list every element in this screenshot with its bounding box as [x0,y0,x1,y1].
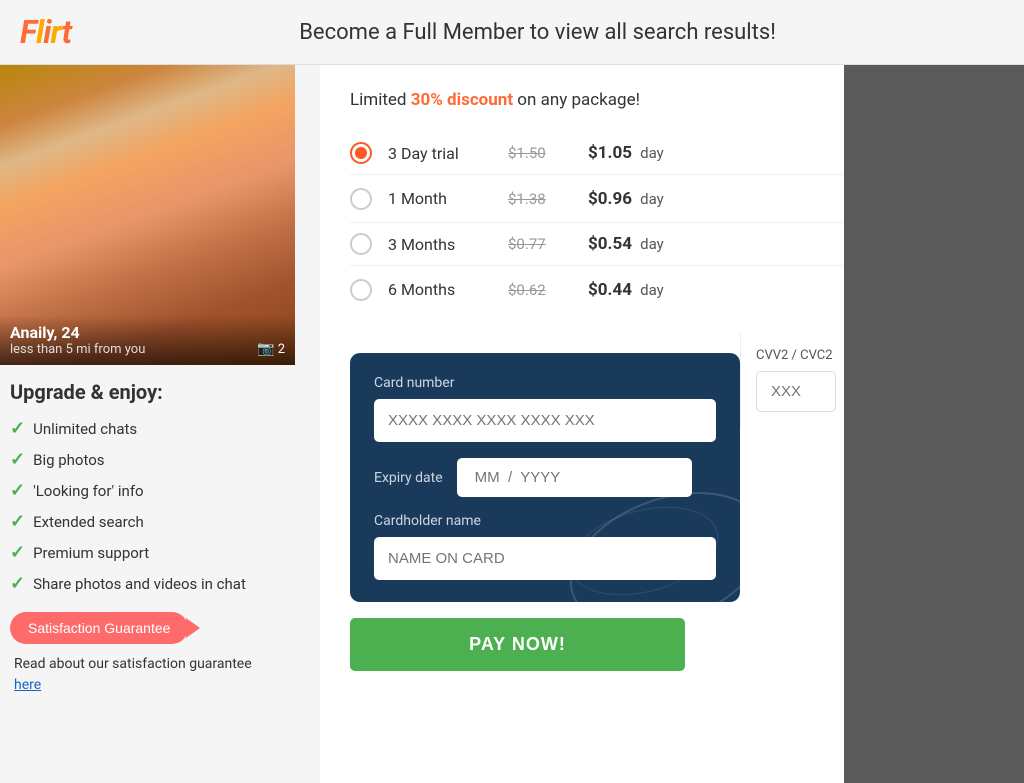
header: Flirt Become a Full Member to view all s… [0,0,1024,65]
radio-1month[interactable] [350,188,372,210]
pay-now-button[interactable]: PAY NOW! [350,618,685,671]
plan-name-1month: 1 Month [388,189,498,208]
plan-name-3months: 3 Months [388,235,498,254]
new-price-3day: $1.05 day [588,143,664,163]
new-price-1month: $0.96 day [588,189,664,209]
check-icon: ✓ [10,449,25,470]
radio-3day[interactable] [350,142,372,164]
profile-image-container: Anaily, 24 less than 5 mi from you 📷 2 [0,65,295,365]
guarantee-text: Read about our satisfaction guarantee he… [10,654,310,696]
old-price-1month: $1.38 [508,190,568,208]
main-content: Anaily, 24 less than 5 mi from you 📷 2 U… [0,65,1024,783]
old-price-3months: $0.77 [508,235,568,253]
check-icon: ✓ [10,542,25,563]
logo: Flirt [20,13,71,51]
profile-distance: less than 5 mi from you [10,342,285,357]
profile-overlay: Anaily, 24 less than 5 mi from you [0,315,295,365]
list-item: ✓ 'Looking for' info [10,480,310,501]
old-price-3day: $1.50 [508,144,568,162]
check-icon: ✓ [10,480,25,501]
expiry-label: Expiry date [374,470,443,486]
list-item: ✓ Big photos [10,449,310,470]
expiry-row: Expiry date [374,458,716,497]
plan-name-3day: 3 Day trial [388,144,498,163]
cardholder-label: Cardholder name [374,513,716,529]
card-number-label: Card number [374,375,716,391]
left-panel: Anaily, 24 less than 5 mi from you 📷 2 U… [0,65,320,783]
check-icon: ✓ [10,418,25,439]
new-price-6months: $0.44 day [588,280,664,300]
satisfaction-guarantee-button[interactable]: Satisfaction Guarantee [10,612,188,644]
list-item: ✓ Unlimited chats [10,418,310,439]
card-number-input[interactable] [374,399,716,442]
camera-icon: 📷 [257,341,274,357]
page-title: Become a Full Member to view all search … [71,20,1004,45]
new-price-3months: $0.54 day [588,234,664,254]
photo-count: 📷 2 [257,341,285,357]
feature-list: ✓ Unlimited chats ✓ Big photos ✓ 'Lookin… [10,418,310,594]
radio-3months[interactable] [350,233,372,255]
right-panel: Limited 30% discount on any package! 3 D… [320,65,1024,783]
old-price-6months: $0.62 [508,281,568,299]
list-item: ✓ Extended search [10,511,310,532]
cvv-input[interactable] [756,371,836,412]
cardholder-input[interactable] [374,537,716,580]
right-overlay [844,65,1024,783]
list-item: ✓ Share photos and videos in chat [10,573,310,594]
list-item: ✓ Premium support [10,542,310,563]
payment-form: Card number Expiry date Cardholder name [350,353,740,602]
check-icon: ✓ [10,573,25,594]
plan-name-6months: 6 Months [388,280,498,299]
discount-percentage: 30% discount [411,90,513,110]
profile-name: Anaily, 24 [10,323,285,342]
radio-6months[interactable] [350,279,372,301]
upgrade-title: Upgrade & enjoy: [10,380,310,404]
check-icon: ✓ [10,511,25,532]
upgrade-section: Upgrade & enjoy: ✓ Unlimited chats ✓ Big… [0,365,320,706]
guarantee-link[interactable]: here [14,675,310,696]
expiry-input[interactable] [457,458,692,497]
